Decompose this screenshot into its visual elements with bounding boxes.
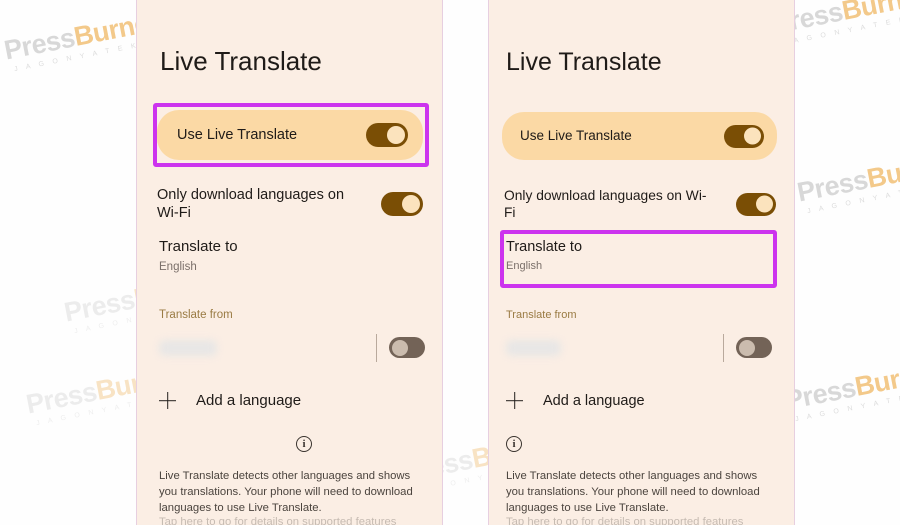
redacted-language-name — [506, 340, 561, 356]
row-translate-to-value: English — [159, 260, 197, 273]
add-a-language-label: Add a language — [196, 392, 302, 409]
phone-screenshot-left: Live Translate Use Live Translate Only d… — [136, 0, 443, 525]
info-paragraph: Live Translate detects other languages a… — [506, 470, 760, 515]
add-a-language-label: Add a language — [543, 392, 645, 409]
info-circle-icon: i — [296, 436, 312, 452]
watermark-brand-second: Burner — [839, 0, 900, 26]
row-translate-to[interactable]: Translate to English — [506, 238, 766, 273]
row-wifi-only-label: Only download languages on Wi-Fi — [504, 187, 707, 220]
watermark-brand-first: Press — [23, 376, 100, 420]
watermark-tagline: J A G O N Y A T E K N O L O G I — [806, 169, 900, 216]
toggle-divider — [376, 334, 377, 362]
section-label-translate-from: Translate from — [159, 309, 233, 321]
info-circle-icon: i — [506, 436, 522, 452]
toggle-use-live-translate[interactable] — [724, 124, 764, 148]
section-label-translate-from: Translate from — [506, 309, 577, 321]
row-use-live-translate-label: Use Live Translate — [177, 126, 298, 143]
watermark-tagline: J A G O N Y A T E K N O L O G I — [782, 1, 900, 47]
row-translate-to[interactable]: Translate to English — [159, 238, 419, 275]
row-wifi-only-label: Only download languages on Wi-Fi — [157, 186, 345, 221]
screenshot-canvas: PressBurner J A G O N Y A T E K N O L O … — [0, 0, 900, 525]
toggle-knob — [402, 195, 420, 213]
row-use-live-translate-label: Use Live Translate — [520, 127, 632, 143]
info-paragraph-clipped: Tap here to go for details on supported … — [159, 516, 397, 525]
button-add-a-language[interactable]: Add a language — [506, 392, 645, 409]
watermark-pressburner: PressBurner J A G O N Y A T E K N O L O … — [783, 347, 900, 424]
row-use-live-translate[interactable]: Use Live Translate — [502, 112, 777, 160]
toggle-divider — [723, 334, 724, 362]
toggle-wifi-only[interactable] — [736, 192, 776, 216]
redacted-language-name — [159, 340, 217, 356]
row-translate-to-value: English — [506, 260, 543, 273]
page-title: Live Translate — [506, 48, 662, 76]
row-translate-to-label: Translate to — [159, 238, 238, 255]
watermark-brand-first: Press — [61, 284, 138, 328]
plus-icon — [506, 392, 523, 409]
row-wifi-only[interactable]: Only download languages on Wi-Fi — [504, 182, 776, 226]
watermark-tagline: J A G O N Y A T E K N O L O G I — [794, 377, 900, 424]
toggle-translate-from[interactable] — [389, 337, 425, 358]
toggle-knob — [392, 339, 408, 356]
toggle-knob — [739, 339, 755, 356]
watermark-brand-second: Burner — [852, 356, 900, 402]
plus-icon — [159, 392, 176, 409]
toggle-translate-from[interactable] — [736, 337, 772, 358]
row-translate-to-label: Translate to — [506, 239, 583, 255]
watermark-pressburner: PressBurner J A G O N Y A T E K N O L O … — [795, 139, 900, 216]
watermark-brand-first: Press — [1, 22, 78, 66]
row-wifi-only[interactable]: Only download languages on Wi-Fi — [157, 182, 423, 226]
button-add-a-language[interactable]: Add a language — [159, 392, 301, 409]
watermark-brand-first: Press — [794, 164, 871, 208]
toggle-knob — [744, 127, 761, 145]
info-paragraph-clipped: Tap here to go for details on supported … — [506, 516, 744, 525]
phone-screenshot-right: Live Translate Use Live Translate Only d… — [488, 0, 795, 525]
info-paragraph: Live Translate detects other languages a… — [159, 470, 413, 515]
page-title: Live Translate — [160, 46, 322, 76]
toggle-use-live-translate[interactable] — [366, 123, 408, 147]
watermark-brand-second: Burner — [864, 148, 900, 194]
toggle-wifi-only[interactable] — [381, 192, 423, 216]
toggle-knob — [756, 195, 773, 213]
toggle-knob — [387, 126, 405, 144]
row-use-live-translate[interactable]: Use Live Translate — [157, 110, 423, 160]
